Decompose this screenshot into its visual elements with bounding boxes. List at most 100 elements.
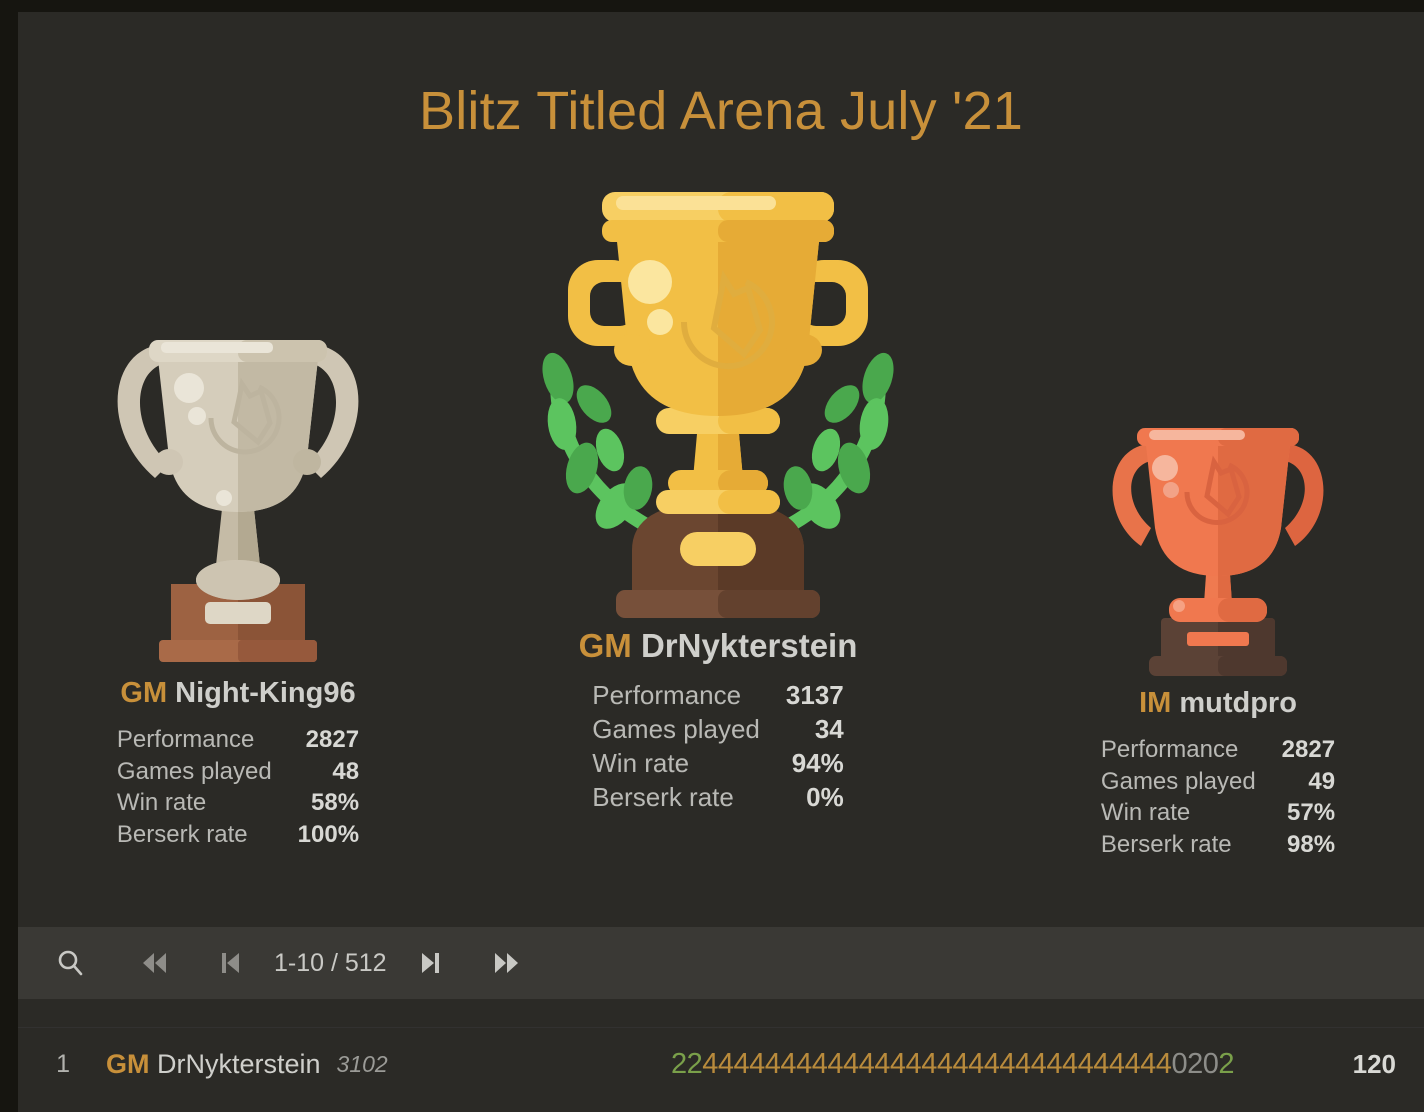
score-digit: 4: [796, 1047, 812, 1080]
score-digit: 4: [1046, 1047, 1062, 1080]
score-digit: 0: [1171, 1047, 1188, 1080]
podium-slot-third[interactable]: IM mutdpro Performance 2827 Games played…: [1018, 412, 1418, 860]
stat-value: 57%: [1287, 799, 1336, 827]
score-digit: 0: [1202, 1047, 1219, 1080]
podium-player-name[interactable]: GM DrNykterstein: [458, 627, 978, 665]
tournament-panel: Blitz Titled Arena July '21 GM DrNykters…: [18, 12, 1424, 1112]
table-row[interactable]: 1 GM DrNykterstein 3102 2244444444444444…: [18, 1027, 1424, 1100]
previous-page-icon[interactable]: [202, 935, 258, 991]
score-digit: 4: [1030, 1047, 1047, 1080]
player-rating: 3102: [336, 1050, 388, 1077]
player-title: GM: [578, 627, 632, 664]
score-digit: 4: [1140, 1047, 1156, 1080]
player-rank: 1: [56, 1049, 70, 1078]
score-digit: 4: [717, 1047, 734, 1080]
podium-stats: Performance 3137 Games played 34 Win rat…: [592, 679, 844, 815]
score-digit: 4: [1124, 1047, 1141, 1080]
first-page-icon[interactable]: [126, 935, 182, 991]
last-page-icon[interactable]: [479, 935, 535, 991]
search-icon[interactable]: [42, 935, 98, 991]
podium-stats: Performance 2827 Games played 49 Win rat…: [1101, 734, 1335, 860]
stat-label: Games played: [1100, 767, 1256, 795]
stat-value: 98%: [1287, 830, 1336, 858]
page-title: Blitz Titled Arena July '21: [418, 81, 1023, 141]
stat-row: Win rate 57%: [1101, 797, 1335, 829]
score-digit: 4: [842, 1047, 859, 1080]
stat-label: Berserk rate: [1100, 830, 1232, 858]
score-digit: 4: [968, 1047, 984, 1080]
score-digit: 4: [874, 1047, 890, 1080]
score-digit: 4: [889, 1047, 906, 1080]
score-digit: 4: [983, 1047, 1000, 1080]
score-digit: 4: [1093, 1047, 1109, 1080]
score-digit: 4: [1155, 1047, 1172, 1080]
score-digit: 4: [702, 1047, 718, 1080]
stat-row: Berserk rate 98%: [1101, 829, 1335, 861]
player-title: GM: [120, 677, 168, 709]
podium: GM DrNykterstein Performance 3137 Games …: [18, 162, 1424, 922]
score-digit: 4: [921, 1047, 937, 1080]
leaderboard-toolbar: 1-10 / 512: [18, 927, 1424, 999]
player-title: IM: [1139, 687, 1172, 719]
player-username: mutdpro: [1179, 687, 1297, 719]
stat-value: 58%: [311, 789, 360, 817]
stat-label: Win rate: [116, 789, 207, 817]
gold-trophy-icon: [458, 182, 978, 627]
stat-row: Berserk rate 100%: [117, 819, 359, 851]
stat-value: 3137: [785, 680, 844, 710]
player-username: DrNykterstein: [640, 627, 858, 664]
stat-row: Performance 2827: [1101, 734, 1335, 766]
stat-row: Games played 48: [117, 756, 359, 788]
stat-row: Performance 2827: [117, 724, 359, 756]
score-digit: 4: [936, 1047, 953, 1080]
player-name[interactable]: GM DrNykterstein: [106, 1049, 321, 1080]
stat-label: Games played: [116, 757, 272, 785]
score-digit: 4: [1061, 1047, 1078, 1080]
score-digit: 2: [1187, 1047, 1203, 1080]
player-username: DrNykterstein: [157, 1048, 321, 1079]
score-digit: 2: [670, 1047, 687, 1080]
stat-label: Games played: [592, 713, 760, 744]
app-background: Blitz Titled Arena July '21 GM DrNykters…: [0, 0, 1424, 1112]
stat-row: Games played 34: [592, 713, 844, 747]
score-digit: 4: [999, 1047, 1016, 1080]
page-count: 1-10 / 512: [274, 948, 387, 977]
score-digit: 4: [811, 1047, 828, 1080]
stat-label: Berserk rate: [116, 820, 248, 848]
stat-value: 0%: [806, 781, 844, 812]
silver-trophy-icon: [28, 322, 448, 677]
score-digit: 4: [733, 1047, 750, 1080]
stat-label: Win rate: [1100, 799, 1191, 827]
score-digit: 4: [827, 1047, 843, 1080]
stat-value: 2827: [305, 726, 360, 753]
stat-label: Berserk rate: [592, 781, 734, 812]
player-username: Night-King96: [175, 677, 356, 709]
score-digit: 4: [1108, 1047, 1125, 1080]
stat-row: Win rate 58%: [117, 787, 359, 819]
stat-value: 49: [1308, 767, 1336, 795]
score-digit: 4: [749, 1047, 765, 1080]
score-digit: 2: [686, 1047, 703, 1080]
podium-slot-second[interactable]: GM Night-King96 Performance 2827 Games p…: [28, 322, 448, 850]
stat-row: Win rate 94%: [592, 747, 844, 781]
player-total-score: 120: [1352, 1048, 1396, 1079]
score-digit: 4: [764, 1047, 781, 1080]
stat-label: Performance: [116, 726, 255, 753]
score-digit: 4: [905, 1047, 922, 1080]
podium-player-name[interactable]: GM Night-King96: [28, 677, 448, 710]
stat-label: Performance: [1100, 736, 1239, 763]
stat-value: 48: [332, 757, 360, 785]
score-sheet: 224444444444444444444444444444440202: [670, 1047, 1235, 1081]
score-digit: 2: [1218, 1047, 1234, 1080]
stat-label: Win rate: [592, 747, 690, 778]
stat-value: 2827: [1281, 736, 1336, 763]
next-page-icon[interactable]: [403, 935, 459, 991]
score-digit: 4: [780, 1047, 797, 1080]
bronze-trophy-icon: [1018, 412, 1418, 687]
podium-slot-first[interactable]: GM DrNykterstein Performance 3137 Games …: [458, 182, 978, 815]
podium-player-name[interactable]: IM mutdpro: [1018, 687, 1418, 720]
stat-row: Games played 49: [1101, 766, 1335, 798]
stat-value: 34: [814, 713, 844, 744]
player-title: GM: [106, 1048, 150, 1079]
podium-stats: Performance 2827 Games played 48 Win rat…: [117, 724, 359, 850]
